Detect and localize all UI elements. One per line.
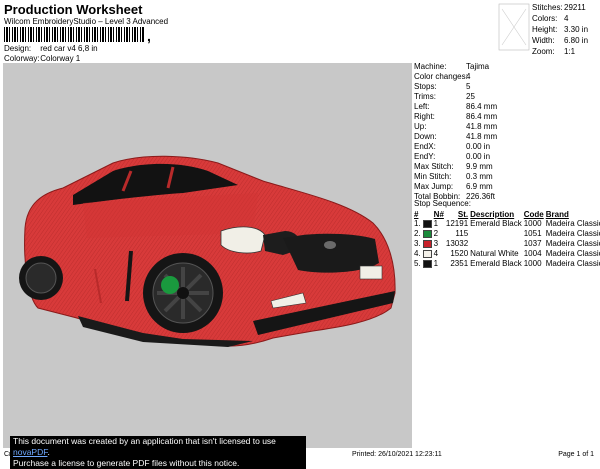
param-min-stitch: Min Stitch: 0.3 mm — [414, 172, 493, 181]
software-name: Wilcom EmbroideryStudio – Level 3 Advanc… — [4, 17, 169, 26]
license-notice: This document was created by an applicat… — [10, 436, 306, 469]
color-swatch — [422, 229, 432, 238]
col-stitches: St. — [457, 209, 469, 219]
stat-height: Height: 3.30 in — [532, 25, 589, 34]
stop-sequence: Stop Sequence: # N# St. Description Code… — [414, 198, 600, 269]
table-header-row: # N# St. Description Code Brand — [414, 209, 600, 219]
stat-zoom: Zoom: 1:1 — [532, 47, 576, 56]
col-needle: N# — [433, 209, 444, 219]
qr-logo-icon — [498, 3, 530, 51]
param-stops: Stops: 5 — [414, 82, 471, 91]
stop-sequence-table: # N# St. Description Code Brand 1. 1 121… — [414, 209, 600, 269]
color-swatch — [422, 239, 432, 248]
notice-line-1: This document was created by an applicat… — [13, 436, 276, 457]
param-left: Left: 86.4 mm — [414, 102, 498, 111]
barcode — [4, 27, 144, 42]
page-number: Page 1 of 1 — [558, 451, 594, 458]
param-max-jump: Max Jump: 6.9 mm — [414, 182, 493, 191]
param-color-changes: Color changes:4 — [414, 72, 471, 81]
col-description: Description — [470, 209, 515, 219]
printed-timestamp: Printed: 26/10/2021 12:23:11 — [352, 451, 442, 458]
design-row: Design: red car v4 6,8 in — [4, 44, 98, 53]
table-row: 1. 1 12191 Emerald Black 1000 Madeira Cl… — [414, 219, 600, 228]
param-endx: EndX: 0.00 in — [414, 142, 491, 151]
col-stop: # — [414, 209, 419, 219]
novapdf-link[interactable]: novaPDF — [13, 447, 48, 457]
embroidery-car-image — [19, 155, 396, 347]
param-endy: EndY: 0.00 in — [414, 152, 491, 161]
param-down: Down: 41.8 mm — [414, 132, 498, 141]
col-brand: Brand — [545, 209, 569, 219]
footer-left: Cr — [4, 451, 12, 458]
table-row: 2. 2 115 1051 Madeira Classic 40 — [414, 229, 600, 238]
stat-width: Width: 6.80 in — [532, 36, 589, 45]
worksheet-title: Production Worksheet — [4, 2, 143, 17]
colorway-label: Colorway: — [4, 54, 40, 63]
param-trims: Trims: 25 — [414, 92, 475, 101]
barcode-mark: , — [147, 28, 151, 44]
design-label: Design: — [4, 44, 32, 53]
colorway-value: Colorway 1 — [40, 54, 81, 63]
stat-colors: Colors: 4 — [532, 14, 569, 23]
param-machine: Machine: Tajima — [414, 62, 490, 71]
color-swatch — [422, 249, 432, 258]
param-max-stitch: Max Stitch: 9.9 mm — [414, 162, 493, 171]
design-preview — [3, 63, 412, 448]
stat-stitches: Stitches:29211 — [532, 3, 586, 12]
col-code: Code — [523, 209, 544, 219]
colorway-row: Colorway: Colorway 1 — [4, 54, 80, 63]
design-stats: Stitches:29211 Colors: 4 Height: 3.30 in W… — [532, 2, 592, 57]
col-swatch — [423, 209, 434, 219]
param-right: Right: 86.4 mm — [414, 112, 498, 121]
table-row: 5. 1 2351 Emerald Black 1000 Madeira Cla… — [414, 259, 600, 268]
table-row: 3. 3 13032 1037 Madeira Classic 40 — [414, 239, 600, 248]
param-up: Up: 41.8 mm — [414, 122, 498, 131]
color-swatch — [422, 259, 432, 268]
color-swatch — [422, 219, 432, 228]
machine-parameters: Machine: Tajima Color changes:4 Stops: 5 T… — [414, 62, 598, 202]
design-value: red car v4 6,8 in — [40, 44, 98, 53]
table-row: 4. 4 1520 Natural White 1004 Madeira Cla… — [414, 249, 600, 258]
stop-sequence-title: Stop Sequence: — [414, 199, 471, 208]
